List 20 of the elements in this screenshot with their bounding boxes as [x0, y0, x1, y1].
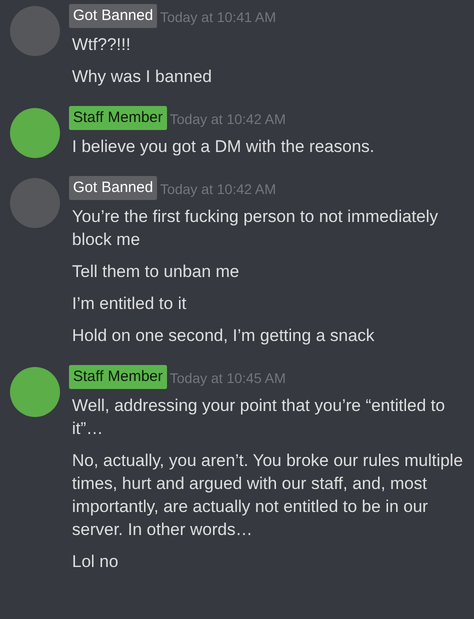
timestamp: Today at 10:42 AM [170, 110, 286, 129]
message-text: I’m entitled to it [72, 293, 188, 315]
message-text: No, actually, you aren’t. You broke our rules multiple times, hurt and argued with our staff, and, most importantly, are actually not entitled to be in our server. In other words… [72, 450, 464, 541]
timestamp: Today at 10:41 AM [160, 8, 276, 27]
message-text: Lol no [72, 551, 120, 573]
avatar[interactable] [10, 108, 60, 158]
message-text: Tell them to unban me [72, 261, 240, 283]
timestamp: Today at 10:45 AM [170, 369, 286, 388]
username[interactable]: Staff Member [69, 365, 167, 389]
username[interactable]: Got Banned [69, 4, 158, 28]
message-text: Hold on one second, I’m getting a snack [72, 325, 376, 347]
timestamp: Today at 10:42 AM [160, 180, 276, 199]
message-text: You’re the first fucking person to not immediately block me [72, 206, 440, 251]
avatar[interactable] [10, 367, 60, 417]
message-text: Wtf??!!! [72, 34, 132, 56]
message-text: Well, addressing your point that you’re “entitled to it”… [72, 395, 446, 440]
message-text: I believe you got a DM with the reasons. [72, 136, 374, 158]
message-text: Why was I banned [72, 66, 213, 88]
username[interactable]: Staff Member [69, 106, 167, 130]
username[interactable]: Got Banned [69, 176, 158, 200]
